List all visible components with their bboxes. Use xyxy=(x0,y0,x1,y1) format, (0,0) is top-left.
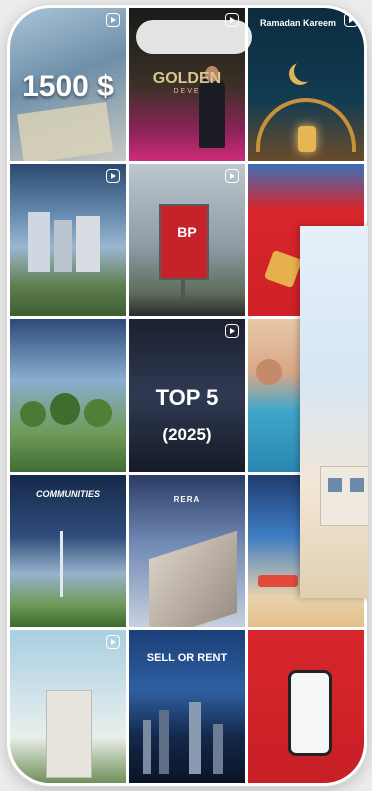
reel-icon xyxy=(106,13,120,27)
grid-tile-phone-app[interactable] xyxy=(248,630,364,783)
tile-headline: SELL OR RENT xyxy=(146,652,228,665)
dynamic-island xyxy=(136,20,252,54)
grid-tile-billboard[interactable]: BP xyxy=(129,163,245,317)
tile-headline: 1500 $ xyxy=(22,70,114,103)
grid-tile-money[interactable]: 1500 $ xyxy=(10,8,126,161)
phone-frame: 1500 $ GOLDEN DEVE Ramadan Kareem BP TOP… xyxy=(6,4,368,787)
tile-headline: RERA xyxy=(173,494,201,504)
grid-tile-sell-rent[interactable]: SELL OR RENT xyxy=(129,630,245,783)
reel-icon xyxy=(344,13,358,27)
preview-card[interactable] xyxy=(300,226,368,598)
tile-year: (2025) xyxy=(162,425,212,445)
grid-tile-villa-community[interactable] xyxy=(10,319,126,472)
reel-icon xyxy=(106,168,120,183)
reel-icon xyxy=(225,168,239,183)
reel-icon xyxy=(225,324,239,339)
tile-subline: DEVE xyxy=(173,88,201,95)
billboard-sign: BP xyxy=(177,223,197,240)
reel-icon xyxy=(106,635,120,650)
grid-tile-white-building[interactable] xyxy=(10,630,126,783)
tile-headline: COMMUNITIES xyxy=(36,488,100,499)
grid-tile-top5[interactable]: TOP 5 (2025) xyxy=(129,319,245,472)
tile-headline: TOP 5 xyxy=(155,385,219,411)
tile-caption xyxy=(10,343,126,350)
tile-caption xyxy=(10,184,126,191)
grid-tile-communities[interactable]: COMMUNITIES xyxy=(10,474,126,628)
grid-tile-rera[interactable]: RERA xyxy=(129,474,245,628)
tile-headline: GOLDEN xyxy=(152,70,222,87)
grid-tile-towers-park[interactable] xyxy=(10,163,126,317)
grid-tile-ramadan[interactable]: Ramadan Kareem xyxy=(248,8,364,161)
